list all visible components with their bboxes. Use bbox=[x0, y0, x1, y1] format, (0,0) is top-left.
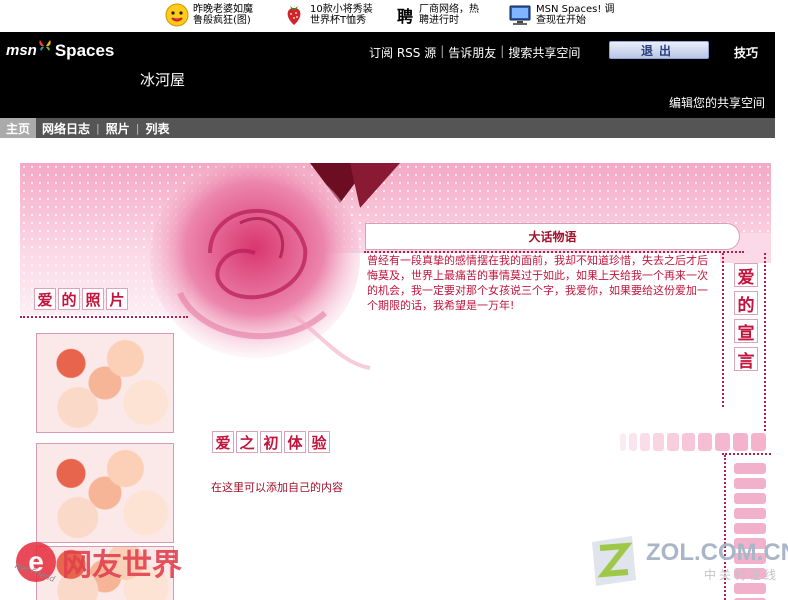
link-separator: | bbox=[440, 44, 445, 58]
strawberry-icon bbox=[282, 3, 306, 27]
header: msn Spaces 冰河屋 订阅 RSS 源 | 告诉朋友 | 搜索共享空间 … bbox=[0, 32, 775, 118]
first-experience-heading: 爱 之 初 体 验 bbox=[212, 431, 330, 453]
tab-photos[interactable]: 照片 bbox=[100, 118, 136, 138]
ad-text-2: 10款小将秀装 世界杯T恤秀 bbox=[310, 4, 373, 26]
story-title: 大话物语 bbox=[365, 223, 740, 250]
rose-photo[interactable] bbox=[36, 333, 174, 433]
search-spaces-link[interactable]: 搜索共享空间 bbox=[508, 44, 580, 61]
ad-item-2[interactable]: 10款小将秀装 世界杯T恤秀 bbox=[282, 2, 373, 28]
heading-char: 爱 bbox=[34, 288, 56, 310]
main-nav: 主页 网络日志 | 照片 | 列表 bbox=[0, 118, 775, 138]
dotted-divider bbox=[722, 253, 724, 407]
zol-logo-icon bbox=[592, 536, 636, 586]
netfriend-watermark: e 网友世界 Net Friend bbox=[14, 540, 182, 584]
ad-item-3[interactable]: 聘 厂商网络，热 聘进行时 bbox=[397, 2, 479, 28]
subscribe-rss-link[interactable]: 订阅 RSS 源 bbox=[369, 44, 436, 61]
heading-char: 片 bbox=[106, 288, 128, 310]
link-separator: | bbox=[500, 44, 505, 58]
rose-photo[interactable] bbox=[36, 443, 174, 543]
logo-msn-text: msn bbox=[6, 42, 37, 59]
heading-char: 体 bbox=[284, 431, 306, 453]
smiley-face-icon bbox=[165, 3, 189, 27]
photo-section-heading: 爱 的 照 片 bbox=[34, 288, 128, 310]
declaration-heading: 爱 的 宣 言 bbox=[734, 263, 758, 372]
dotted-divider bbox=[722, 453, 771, 455]
heading-char: 的 bbox=[58, 288, 80, 310]
ad-text-4: MSN Spaces! 调 查现在开始 bbox=[536, 4, 615, 26]
ad-strip: 昨晚老婆如魔 鲁般疯狂(图) 10款小将秀装 世界杯T恤秀 聘 厂商网络，热 聘… bbox=[0, 0, 788, 32]
tab-home[interactable]: 主页 bbox=[0, 118, 37, 138]
msn-butterfly-icon bbox=[38, 40, 52, 55]
ad-item-1[interactable]: 昨晚老婆如魔 鲁般疯狂(图) bbox=[165, 2, 253, 28]
zol-text: ZOL.COM.CN bbox=[646, 538, 788, 566]
heading-char: 爱 bbox=[734, 263, 758, 288]
logo-spaces-text: Spaces bbox=[54, 40, 115, 60]
zol-sub: 中关村在线 bbox=[704, 567, 780, 582]
ad-item-4[interactable]: MSN Spaces! 调 查现在开始 bbox=[508, 2, 615, 28]
edit-space-link[interactable]: 编辑您的共享空间 bbox=[669, 94, 765, 111]
netfriend-text: 网友世界 bbox=[62, 548, 182, 583]
ad-text-3: 厂商网络，热 聘进行时 bbox=[419, 4, 480, 26]
dotted-divider bbox=[764, 253, 766, 431]
heading-char: 照 bbox=[82, 288, 104, 310]
content-placeholder[interactable]: 在这里可以添加自己的内容 bbox=[211, 479, 343, 495]
tab-blog[interactable]: 网络日志 bbox=[36, 118, 96, 138]
tab-lists[interactable]: 列表 bbox=[139, 118, 175, 138]
heading-char: 言 bbox=[734, 347, 758, 372]
logout-label: 退出 bbox=[640, 43, 677, 58]
recruit-icon: 聘 bbox=[397, 7, 414, 26]
site-title[interactable]: 冰河屋 bbox=[140, 69, 185, 90]
zol-watermark: ZOL.COM.CN 中关村在线 bbox=[588, 534, 788, 588]
heading-char: 的 bbox=[734, 291, 758, 316]
heading-char: 之 bbox=[236, 431, 258, 453]
ad-text-1: 昨晚老婆如魔 鲁般疯狂(图) bbox=[193, 4, 253, 26]
tell-friend-link[interactable]: 告诉朋友 bbox=[448, 44, 496, 61]
decorative-blocks bbox=[620, 433, 766, 451]
heading-char: 爱 bbox=[212, 431, 234, 453]
heading-char: 初 bbox=[260, 431, 282, 453]
story-text: 曾经有一段真挚的感情摆在我的面前，我却不知道珍惜，失去之后才后悔莫及，世界上最痛… bbox=[367, 254, 708, 312]
logout-button[interactable]: 退出 bbox=[609, 41, 709, 59]
header-links: 订阅 RSS 源 | 告诉朋友 | 搜索共享空间 bbox=[369, 44, 580, 61]
heading-char: 宣 bbox=[734, 319, 758, 344]
tips-link[interactable]: 技巧 bbox=[734, 44, 758, 61]
dotted-divider bbox=[20, 316, 188, 318]
msn-spaces-logo[interactable]: msn Spaces bbox=[6, 40, 114, 61]
heading-char: 验 bbox=[308, 431, 330, 453]
computer-monitor-icon bbox=[508, 3, 532, 27]
